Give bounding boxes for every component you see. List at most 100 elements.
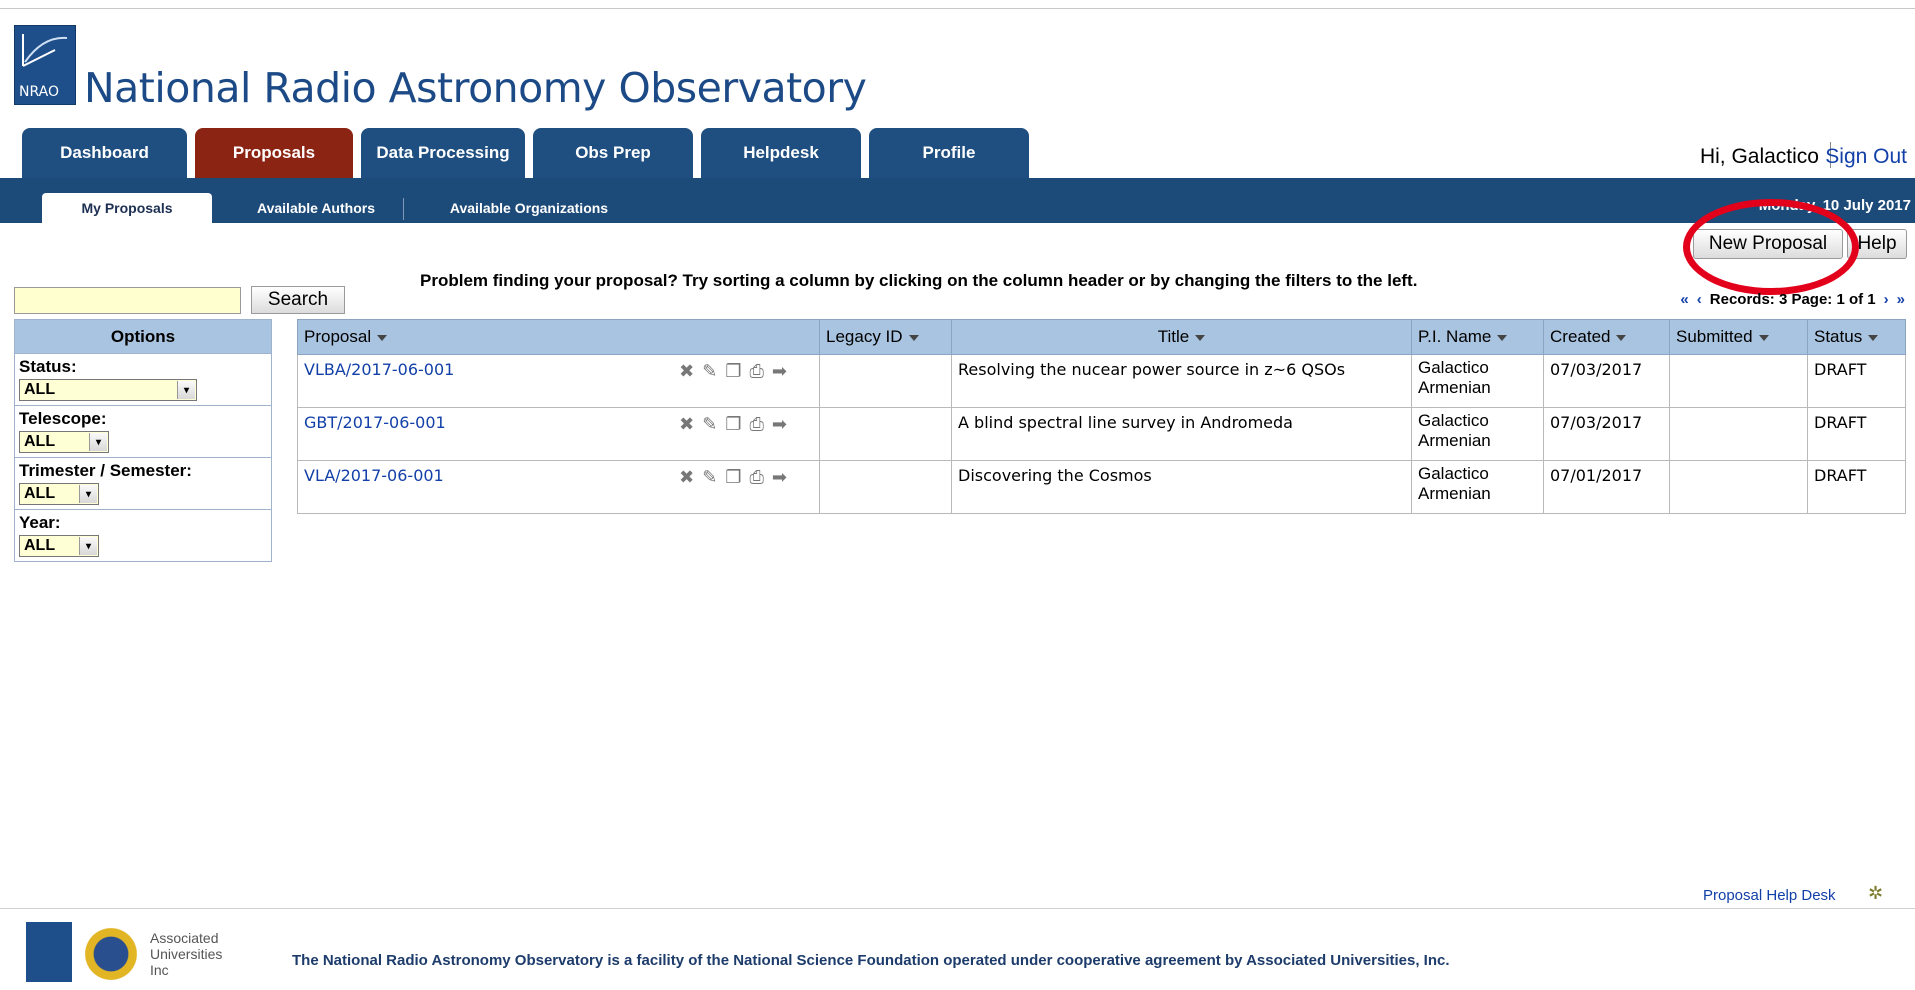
dropdown-arrow-icon: ▾ xyxy=(89,433,107,451)
print-icon[interactable]: ⎙ xyxy=(750,469,764,487)
copy-icon[interactable]: ❐ xyxy=(725,416,741,434)
semester-select[interactable]: ALL ▾ xyxy=(19,483,99,505)
filter-year: Year: ALL ▾ xyxy=(15,510,271,561)
proposal-link[interactable]: GBT/2017-06-001 xyxy=(304,414,446,434)
column-header-created[interactable]: Created xyxy=(1543,319,1670,355)
status-cell: DRAFT xyxy=(1807,407,1906,461)
options-panel: Options Status: ALL ▾ Telescope: ALL ▾ T… xyxy=(14,319,272,562)
filter-status: Status: ALL ▾ xyxy=(15,354,271,406)
edit-icon[interactable]: ✎ xyxy=(702,469,717,487)
print-icon[interactable]: ⎙ xyxy=(750,416,764,434)
options-title: Options xyxy=(15,320,271,354)
legacy-id-cell xyxy=(819,407,952,461)
row-actions: ✖ ✎ ❐ ⎙ ➡ xyxy=(679,363,787,381)
next-page-icon[interactable]: › xyxy=(1884,291,1889,308)
help-notice: Problem finding your proposal? Try sorti… xyxy=(420,271,1418,290)
proposal-link[interactable]: VLBA/2017-06-001 xyxy=(304,361,454,381)
delete-icon[interactable]: ✖ xyxy=(679,469,694,487)
sort-icon xyxy=(1497,334,1508,341)
footer-text: The National Radio Astronomy Observatory… xyxy=(292,952,1450,969)
telescope-select[interactable]: ALL ▾ xyxy=(19,431,109,453)
tab-data-processing[interactable]: Data Processing xyxy=(361,128,525,178)
select-value: ALL xyxy=(24,433,56,450)
filter-semester: Trimester / Semester: ALL ▾ xyxy=(15,458,271,510)
column-header-pi-name[interactable]: P.I. Name xyxy=(1411,319,1544,355)
proposal-help-desk-link[interactable]: Proposal Help Desk xyxy=(1703,887,1836,904)
created-cell: 07/01/2017 xyxy=(1543,460,1670,514)
last-page-icon[interactable]: » xyxy=(1897,291,1905,308)
sign-out-link[interactable]: Sign Out xyxy=(1825,145,1907,169)
submitted-cell xyxy=(1669,460,1808,514)
sort-icon xyxy=(1758,334,1769,341)
row-actions: ✖ ✎ ❐ ⎙ ➡ xyxy=(679,416,787,434)
column-header-legacy-id[interactable]: Legacy ID xyxy=(819,319,952,355)
site-title: National Radio Astronomy Observatory xyxy=(84,64,867,112)
subtab-my-proposals[interactable]: My Proposals xyxy=(42,193,212,223)
search-button[interactable]: Search xyxy=(251,286,345,314)
column-header-status[interactable]: Status xyxy=(1807,319,1906,355)
submit-arrow-icon[interactable]: ➡ xyxy=(772,416,787,434)
table-row: VLBA/2017-06-001 ✖ ✎ ❐ ⎙ ➡ Resolving the… xyxy=(297,354,1906,408)
print-icon[interactable]: ⎙ xyxy=(750,363,764,381)
status-select[interactable]: ALL ▾ xyxy=(19,379,197,401)
year-select[interactable]: ALL ▾ xyxy=(19,535,99,557)
footer-divider xyxy=(0,908,1915,909)
delete-icon[interactable]: ✖ xyxy=(679,416,694,434)
proposal-cell: VLA/2017-06-001 ✖ ✎ ❐ ⎙ ➡ xyxy=(297,460,820,514)
nrao-logo[interactable]: NRAO xyxy=(14,25,76,105)
filter-label: Trimester / Semester: xyxy=(19,461,192,480)
edit-icon[interactable]: ✎ xyxy=(702,416,717,434)
tab-dashboard[interactable]: Dashboard xyxy=(22,128,187,178)
column-header-submitted[interactable]: Submitted xyxy=(1669,319,1808,355)
select-value: ALL xyxy=(24,381,56,398)
prev-page-icon[interactable]: ‹ xyxy=(1697,291,1702,308)
status-cell: DRAFT xyxy=(1807,354,1906,408)
title-cell: Resolving the nucear power source in z~6… xyxy=(951,354,1412,408)
gear-icon[interactable]: ✲ xyxy=(1868,883,1883,904)
sort-icon xyxy=(1616,334,1627,341)
pagination: « ‹ Records: 3 Page: 1 of 1 › » xyxy=(1680,291,1905,308)
column-header-proposal[interactable]: Proposal xyxy=(297,319,820,355)
dropdown-arrow-icon: ▾ xyxy=(177,381,195,399)
copy-icon[interactable]: ❐ xyxy=(725,363,741,381)
status-cell: DRAFT xyxy=(1807,460,1906,514)
first-page-icon[interactable]: « xyxy=(1680,291,1688,308)
created-cell: 07/03/2017 xyxy=(1543,407,1670,461)
footer-aui-logo: Associated Universities Inc xyxy=(150,930,223,978)
table-row: GBT/2017-06-001 ✖ ✎ ❐ ⎙ ➡ A blind spectr… xyxy=(297,407,1906,461)
select-value: ALL xyxy=(24,485,56,502)
table-row: VLA/2017-06-001 ✖ ✎ ❐ ⎙ ➡ Discovering th… xyxy=(297,460,1906,514)
delete-icon[interactable]: ✖ xyxy=(679,363,694,381)
proposal-link[interactable]: VLA/2017-06-001 xyxy=(304,467,444,487)
tab-obs-prep[interactable]: Obs Prep xyxy=(533,128,693,178)
dropdown-arrow-icon: ▾ xyxy=(79,485,97,503)
subtab-divider xyxy=(403,198,404,220)
tab-proposals[interactable]: Proposals xyxy=(195,128,353,178)
submit-arrow-icon[interactable]: ➡ xyxy=(772,469,787,487)
logo-text: NRAO xyxy=(19,84,59,100)
edit-icon[interactable]: ✎ xyxy=(702,363,717,381)
title-cell: Discovering the Cosmos xyxy=(951,460,1412,514)
copy-icon[interactable]: ❐ xyxy=(725,469,741,487)
records-info: Records: 3 Page: 1 of 1 xyxy=(1709,291,1876,308)
subtab-available-organizations[interactable]: Available Organizations xyxy=(418,193,640,223)
top-divider xyxy=(0,8,1915,9)
search-input[interactable] xyxy=(14,287,241,314)
tab-helpdesk[interactable]: Helpdesk xyxy=(701,128,861,178)
proposal-cell: GBT/2017-06-001 ✖ ✎ ❐ ⎙ ➡ xyxy=(297,407,820,461)
subtab-available-authors[interactable]: Available Authors xyxy=(238,193,394,223)
dropdown-arrow-icon: ▾ xyxy=(79,537,97,555)
sort-icon xyxy=(377,334,388,341)
legacy-id-cell xyxy=(819,354,952,408)
column-header-title[interactable]: Title xyxy=(951,319,1412,355)
title-cell: A blind spectral line survey in Andromed… xyxy=(951,407,1412,461)
legacy-id-cell xyxy=(819,460,952,514)
filter-telescope: Telescope: ALL ▾ xyxy=(15,406,271,458)
submit-arrow-icon[interactable]: ➡ xyxy=(772,363,787,381)
submitted-cell xyxy=(1669,354,1808,408)
main-tabs: Dashboard Proposals Data Processing Obs … xyxy=(22,128,1029,178)
filter-label: Status: xyxy=(19,357,77,376)
user-greeting: Hi, Galactico xyxy=(1699,145,1819,168)
tab-profile[interactable]: Profile xyxy=(869,128,1029,178)
highlight-annotation xyxy=(1683,199,1859,295)
